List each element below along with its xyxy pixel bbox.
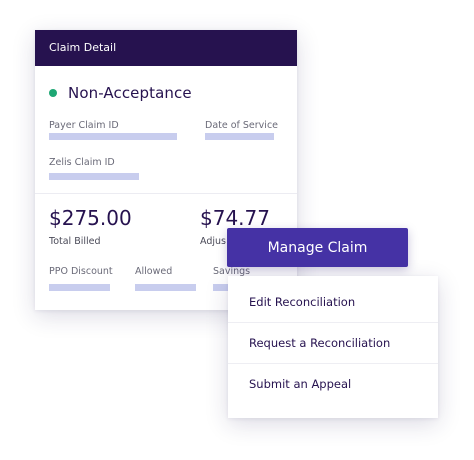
zelis-claim-id-label: Zelis Claim ID — [49, 157, 115, 168]
ppo-discount-label: PPO Discount — [49, 266, 113, 277]
manage-claim-menu: Edit Reconciliation Request a Reconcilia… — [228, 276, 438, 418]
adjusted-amount: $74.77 — [200, 206, 270, 230]
status-row: Non-Acceptance — [49, 84, 192, 102]
menu-item-edit-reconciliation[interactable]: Edit Reconciliation — [228, 282, 438, 323]
date-of-service-value-placeholder — [205, 133, 274, 140]
payer-claim-id-label: Payer Claim ID — [49, 120, 119, 131]
status-label: Non-Acceptance — [68, 84, 192, 102]
card-divider — [35, 193, 297, 194]
manage-claim-button[interactable]: Manage Claim — [227, 228, 408, 267]
menu-list: Edit Reconciliation Request a Reconcilia… — [228, 276, 438, 404]
payer-claim-id-value-placeholder — [49, 133, 177, 140]
ppo-discount-value-placeholder — [49, 284, 110, 291]
card-header: Claim Detail — [35, 30, 297, 66]
total-billed-label: Total Billed — [49, 236, 101, 247]
adjusted-label: Adjus — [200, 236, 226, 247]
allowed-value-placeholder — [135, 284, 196, 291]
claim-detail-card: Claim Detail Non-Acceptance Payer Claim … — [35, 30, 297, 310]
menu-item-request-reconciliation[interactable]: Request a Reconciliation — [228, 323, 438, 364]
stage: Claim Detail Non-Acceptance Payer Claim … — [0, 0, 474, 460]
status-dot-icon — [49, 89, 57, 97]
zelis-claim-id-value-placeholder — [49, 173, 139, 180]
allowed-label: Allowed — [135, 266, 173, 277]
total-billed-amount: $275.00 — [49, 206, 132, 230]
date-of-service-label: Date of Service — [205, 120, 279, 131]
menu-item-submit-appeal[interactable]: Submit an Appeal — [228, 364, 438, 404]
